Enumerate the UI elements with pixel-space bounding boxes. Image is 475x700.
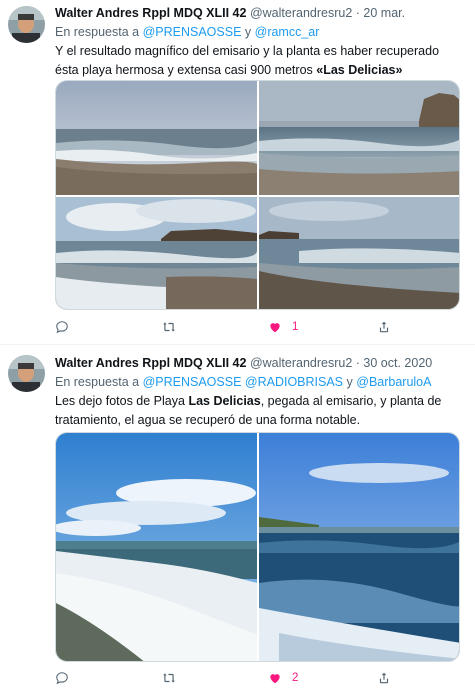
beach-photo[interactable] [259, 197, 459, 309]
media-grid [55, 432, 460, 662]
share-icon [379, 672, 389, 684]
author-handle[interactable]: @walterandresru2 [250, 6, 352, 20]
mention-joiner: y [244, 25, 252, 39]
tweet[interactable]: Walter Andres Rppl MDQ XLII 42 @walteran… [0, 0, 475, 345]
timestamp[interactable]: 20 mar. [363, 6, 405, 20]
beach-photo[interactable] [56, 197, 257, 309]
like-button[interactable]: 2 [268, 670, 298, 686]
heart-icon [270, 323, 280, 333]
reply-prefix: En respuesta a [55, 25, 140, 39]
reply-icon [56, 672, 68, 685]
heart-icon [270, 674, 280, 684]
tweet-header: Walter Andres Rppl MDQ XLII 42 @walteran… [55, 355, 465, 371]
retweet-button[interactable] [162, 670, 176, 686]
share-button[interactable] [377, 670, 391, 686]
media-grid [55, 80, 460, 310]
reply-context: En respuesta a @PRENSAOSSE @RADIOBRISAS … [55, 374, 465, 390]
tweet-actions: 2 [55, 670, 400, 686]
mention-link[interactable]: @RADIOBRISAS [245, 375, 343, 389]
reply-button[interactable] [55, 670, 69, 686]
like-count: 2 [292, 672, 299, 684]
avatar[interactable] [8, 6, 45, 43]
tweet-text-bold: Las Delicias [188, 394, 261, 408]
mention-link[interactable]: @PRENSAOSSE [143, 25, 242, 39]
share-button[interactable] [377, 319, 391, 335]
mention-link[interactable]: @ramcc_ar [255, 25, 320, 39]
retweet-icon [163, 673, 175, 683]
tweet-text: Les dejo fotos de Playa Las Delicias, pe… [55, 392, 463, 430]
retweet-button[interactable] [162, 319, 176, 335]
tweet-text-body: Les dejo fotos de Playa [55, 394, 189, 408]
timestamp[interactable]: 30 oct. 2020 [363, 356, 432, 370]
reply-button[interactable] [55, 319, 69, 335]
author-handle[interactable]: @walterandresru2 [250, 356, 352, 370]
beach-photo[interactable] [56, 433, 257, 661]
tweet-text: Y el resultado magnífico del emisario y … [55, 42, 463, 80]
reply-prefix: En respuesta a [55, 375, 140, 389]
beach-photo[interactable] [259, 433, 459, 661]
reply-icon [56, 321, 68, 334]
author-name[interactable]: Walter Andres Rppl MDQ XLII 42 [55, 6, 246, 20]
mention-link[interactable]: @PRENSAOSSE [143, 375, 242, 389]
tweet-header: Walter Andres Rppl MDQ XLII 42 @walteran… [55, 5, 465, 21]
mention-link[interactable]: @BarbaruloA [356, 375, 431, 389]
separator-dot: · [355, 6, 360, 20]
author-name[interactable]: Walter Andres Rppl MDQ XLII 42 [55, 356, 246, 370]
reply-context: En respuesta a @PRENSAOSSE y @ramcc_ar [55, 24, 465, 40]
separator-dot: · [355, 356, 360, 370]
tweet-actions: 1 [55, 319, 400, 335]
share-icon [379, 321, 389, 333]
like-button[interactable]: 1 [268, 319, 298, 335]
like-count: 1 [292, 321, 299, 333]
tweet-text-bold: «Las Delicias» [316, 63, 403, 77]
avatar[interactable] [8, 355, 45, 392]
retweet-icon [163, 322, 175, 332]
beach-photo[interactable] [259, 81, 459, 195]
tweet[interactable]: Walter Andres Rppl MDQ XLII 42 @walteran… [0, 345, 475, 700]
mention-joiner: y [346, 375, 353, 389]
beach-photo[interactable] [56, 81, 257, 195]
